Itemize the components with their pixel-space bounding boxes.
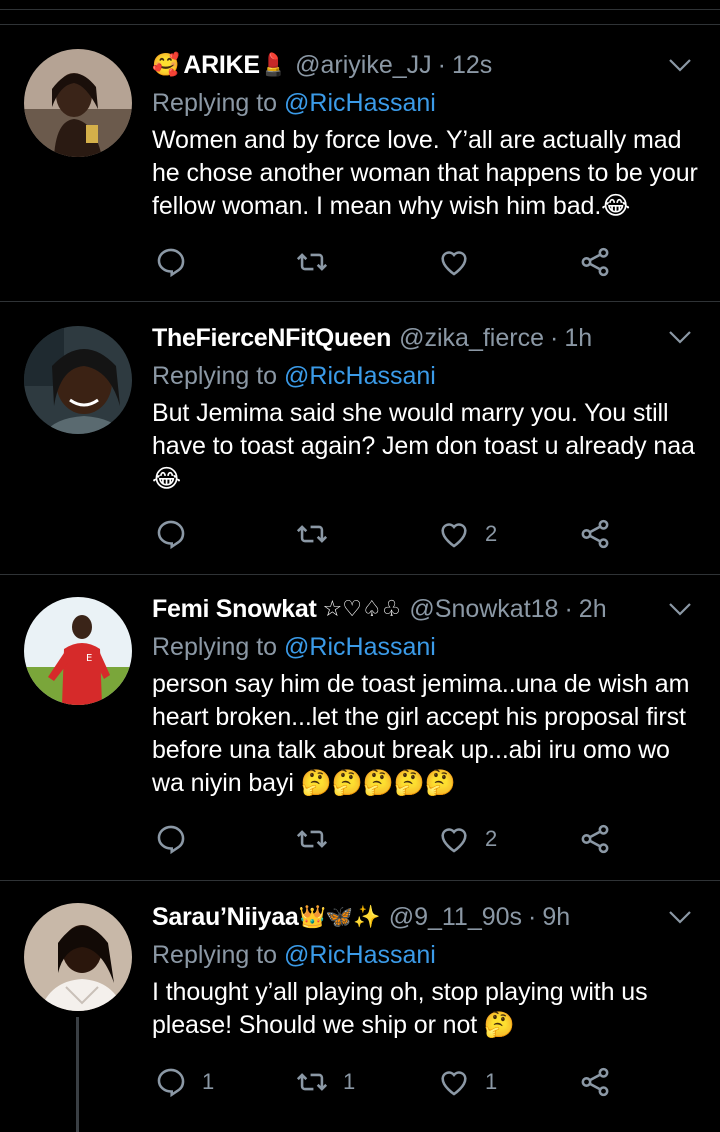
svg-text:E: E — [86, 653, 92, 664]
like-count: 2 — [485, 521, 498, 546]
display-name[interactable]: ARIKE — [183, 51, 260, 80]
timestamp[interactable]: 12s — [452, 51, 492, 80]
tweet-header: Sarau’Niiyaa 👑🦋✨ @9_11_90s · 9h — [152, 899, 700, 935]
reply-button[interactable] — [154, 819, 202, 859]
retweet-icon — [296, 1073, 328, 1091]
tweet-4[interactable]: Sarau’Niiyaa 👑🦋✨ @9_11_90s · 9h Replying… — [0, 881, 720, 1132]
tweet-actions: 1 1 1 — [152, 1062, 622, 1102]
reply-icon — [157, 825, 185, 855]
reply-button[interactable] — [154, 514, 202, 554]
avatar[interactable] — [24, 903, 132, 1011]
share-button[interactable] — [578, 1062, 612, 1102]
timestamp[interactable]: 1h — [564, 324, 592, 353]
heart-icon — [441, 1071, 467, 1096]
avatar[interactable] — [24, 326, 132, 434]
thread-connector — [76, 1017, 79, 1132]
divider-top — [0, 9, 720, 10]
retweet-button[interactable] — [295, 242, 343, 282]
reply-icon — [157, 520, 185, 550]
like-button[interactable]: 2 — [437, 514, 497, 554]
reply-count: 1 — [202, 1069, 215, 1094]
avatar[interactable]: E — [24, 597, 132, 705]
name-emoji-prefix: 🥰 — [152, 52, 180, 78]
tweet-2[interactable]: TheFierceNFitQueen @zika_fierce · 1h Rep… — [0, 302, 720, 575]
like-button[interactable]: 1 — [437, 1062, 497, 1102]
replying-label: Replying to — [152, 89, 278, 117]
heart-icon — [441, 523, 467, 548]
reply-button[interactable]: 1 — [154, 1062, 214, 1102]
share-icon — [581, 824, 609, 854]
share-button[interactable] — [578, 242, 612, 282]
separator-dot: · — [549, 323, 559, 352]
replying-to: Replying to @RicHassani — [152, 629, 700, 665]
mention-link[interactable]: @RicHassani — [284, 89, 436, 117]
tweet-1[interactable]: 🥰 ARIKE 💄 @ariyike_JJ · 12s Replying to … — [0, 25, 720, 302]
timestamp[interactable]: 2h — [579, 595, 607, 624]
timestamp[interactable]: 9h — [542, 903, 570, 932]
retweet-icon — [296, 830, 328, 848]
chevron-down-icon[interactable] — [668, 57, 692, 73]
share-button[interactable] — [578, 819, 612, 859]
share-icon — [581, 519, 609, 549]
retweet-count: 1 — [343, 1069, 356, 1094]
tweet-actions: 2 — [152, 819, 622, 859]
reply-icon — [157, 1068, 185, 1098]
display-name[interactable]: TheFierceNFitQueen — [152, 324, 391, 353]
name-emoji-suffix: 👑🦋✨ — [298, 904, 381, 930]
avatar[interactable] — [24, 49, 132, 157]
retweet-icon — [296, 253, 328, 271]
display-name[interactable]: Femi Snowkat — [152, 595, 317, 624]
tweet-text: person say him de toast jemima..una de w… — [152, 670, 690, 797]
name-symbols: ☆♡♤♧ — [322, 596, 402, 622]
replying-to: Replying to @RicHassani — [152, 358, 700, 394]
retweet-button[interactable] — [295, 514, 343, 554]
tweet-header: 🥰 ARIKE 💄 @ariyike_JJ · 12s — [152, 47, 700, 83]
share-icon — [581, 1067, 609, 1097]
reply-icon — [157, 248, 185, 278]
display-name[interactable]: Sarau’Niiyaa — [152, 903, 299, 932]
heart-icon — [441, 251, 467, 276]
tweet-actions — [152, 242, 622, 282]
retweet-button[interactable]: 1 — [295, 1062, 355, 1102]
tweet-text: I thought y’all playing oh, stop playing… — [152, 978, 648, 1039]
like-count: 2 — [485, 826, 498, 851]
chevron-down-icon[interactable] — [668, 329, 692, 345]
share-icon — [581, 247, 609, 277]
user-handle[interactable]: @zika_fierce — [399, 324, 544, 353]
reply-button[interactable] — [154, 242, 202, 282]
tweet-actions: 2 — [152, 514, 622, 554]
replying-label: Replying to — [152, 362, 278, 390]
retweet-icon — [296, 525, 328, 543]
replying-to: Replying to @RicHassani — [152, 85, 700, 121]
replying-to: Replying to @RicHassani — [152, 937, 700, 973]
tweet-text: But Jemima said she would marry you. You… — [152, 399, 695, 493]
user-handle[interactable]: @ariyike_JJ — [295, 51, 432, 80]
tweet-header: TheFierceNFitQueen @zika_fierce · 1h — [152, 320, 700, 356]
chevron-down-icon[interactable] — [668, 601, 692, 617]
share-button[interactable] — [578, 514, 612, 554]
tweet-text: Women and by force love. Y’all are actua… — [152, 126, 698, 220]
separator-dot: · — [528, 902, 537, 931]
mention-link[interactable]: @RicHassani — [284, 633, 436, 661]
tweet-header: Femi Snowkat ☆♡♤♧ @Snowkat18 · 2h — [152, 591, 700, 627]
like-button[interactable] — [437, 242, 485, 282]
name-emoji-suffix: 💄 — [259, 52, 288, 78]
tweet-3[interactable]: E Femi Snowkat ☆♡♤♧ @Snowkat18 · 2h Repl… — [0, 575, 720, 881]
separator-dot: · — [564, 594, 573, 623]
separator-dot: · — [437, 50, 446, 79]
mention-link[interactable]: @RicHassani — [284, 941, 436, 969]
chevron-down-icon[interactable] — [668, 909, 692, 925]
heart-icon — [441, 828, 467, 853]
retweet-button[interactable] — [295, 819, 343, 859]
like-button[interactable]: 2 — [437, 819, 497, 859]
mention-link[interactable]: @RicHassani — [284, 362, 436, 390]
user-handle[interactable]: @9_11_90s — [389, 903, 522, 932]
replying-label: Replying to — [152, 633, 278, 661]
user-handle[interactable]: @Snowkat18 — [409, 595, 558, 624]
like-count: 1 — [485, 1069, 498, 1094]
replying-label: Replying to — [152, 941, 278, 969]
